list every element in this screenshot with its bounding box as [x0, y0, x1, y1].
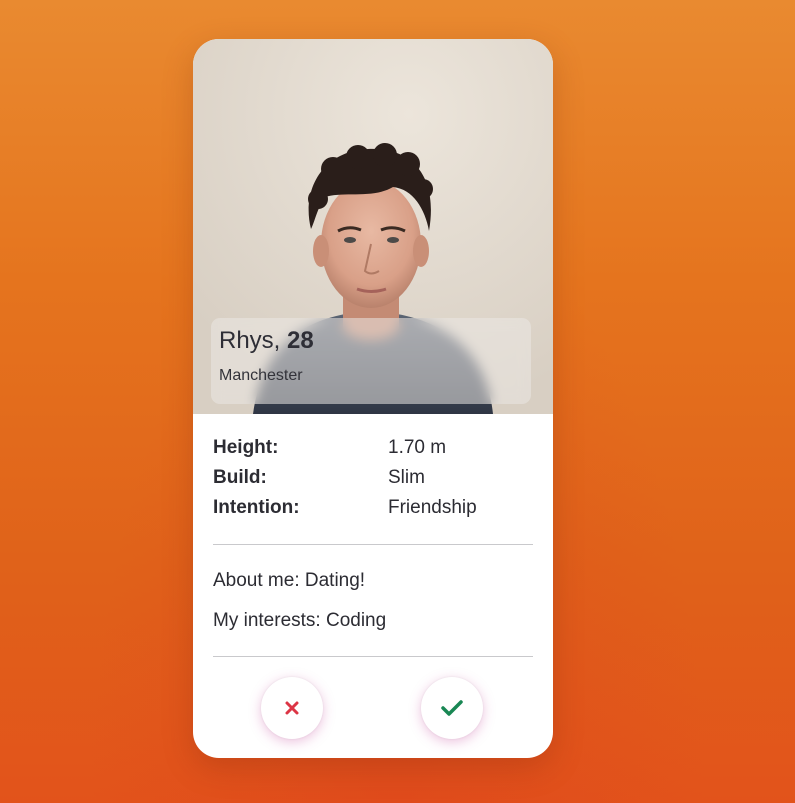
profile-info-overlay: Rhys, 28 Manchester — [211, 318, 531, 404]
divider — [213, 544, 533, 545]
reject-button[interactable] — [261, 677, 323, 739]
profile-location: Manchester — [219, 367, 303, 384]
detail-label: Intention: — [213, 497, 300, 518]
profile-name: Rhys, — [219, 327, 288, 354]
interests-text: My interests: Coding — [213, 610, 387, 631]
profile-details: Height: 1.70 m Build: Slim Intention: Fr… — [213, 437, 533, 527]
about-me-text: About me: Dating! — [213, 570, 366, 591]
detail-value: Slim — [388, 467, 425, 488]
close-icon — [285, 701, 299, 715]
check-icon — [441, 700, 463, 716]
detail-row-height: Height: 1.70 m — [213, 437, 533, 467]
detail-value: Friendship — [388, 497, 477, 518]
detail-label: Build: — [213, 467, 267, 488]
profile-card: Rhys, 28 Manchester Height: 1.70 m Build… — [193, 39, 553, 758]
detail-row-intention: Intention: Friendship — [213, 497, 533, 527]
accept-button[interactable] — [421, 677, 483, 739]
detail-row-build: Build: Slim — [213, 467, 533, 497]
detail-label: Height: — [213, 437, 279, 458]
divider — [213, 656, 533, 657]
profile-name-age: Rhys, 28 — [219, 327, 314, 355]
profile-photo: Rhys, 28 Manchester — [193, 39, 553, 414]
profile-age: 28 — [287, 327, 314, 354]
detail-value: 1.70 m — [388, 437, 447, 458]
